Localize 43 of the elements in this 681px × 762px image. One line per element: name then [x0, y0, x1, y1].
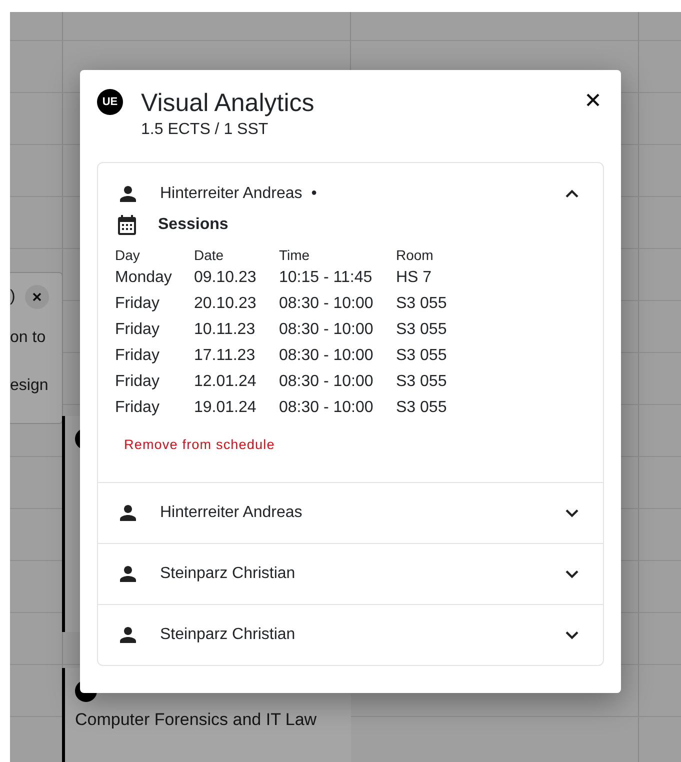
dialog-title: Visual Analytics	[141, 88, 316, 118]
card-text: esign	[10, 377, 48, 395]
card-text: on to	[10, 329, 46, 347]
table-cell-text: 12.01.24	[194, 372, 258, 392]
credits-text: 1.5 ECTS / 1 SST	[141, 121, 270, 139]
table-cell-text: 08:30 - 10:00	[279, 320, 374, 340]
table-cell-text: 08:30 - 10:00	[279, 346, 374, 366]
table-cell-text: Friday	[115, 372, 160, 392]
close-button[interactable]	[25, 285, 50, 309]
lecturer-header[interactable]: Hinterreiter Andreas	[98, 483, 603, 543]
sessions-heading: Sessions	[158, 216, 228, 234]
course-title: Computer Forensics and IT Law	[75, 710, 318, 730]
table-cell-text: 10.11.23	[194, 320, 256, 340]
column-header: Room	[396, 247, 434, 265]
table-cell-text: 09.10.23	[194, 268, 258, 288]
table-cell-text: 17.11.23	[194, 346, 256, 366]
table-cell-text: Friday	[115, 346, 160, 366]
column-header: Time	[279, 247, 311, 265]
table-cell-text: S3 055	[396, 320, 447, 340]
table-cell-text: S3 055	[396, 398, 447, 418]
lecturer-header[interactable]: Steinparz Christian	[98, 544, 603, 604]
table-cell-text: S3 055	[396, 294, 447, 314]
table-cell-text: 08:30 - 10:00	[279, 294, 374, 314]
column-header: Day	[115, 247, 141, 265]
lecturer-header[interactable]: Steinparz Christian	[98, 605, 603, 665]
table-cell-text: Friday	[115, 398, 160, 418]
card-text: )	[10, 288, 16, 306]
column-header: Date	[194, 247, 279, 265]
table-cell-text: 08:30 - 10:00	[279, 398, 374, 418]
table-cell-text: 08:30 - 10:00	[279, 372, 374, 392]
table-cell-text: S3 055	[396, 372, 447, 392]
table-cell-text: 20.10.23	[194, 294, 258, 314]
table-cell-text: S3 055	[396, 346, 447, 366]
table-cell-text: HS 7	[396, 268, 433, 288]
remove-button[interactable]: Remove from schedule	[123, 433, 276, 456]
table-cell-text: 10:15 - 11:45	[279, 268, 374, 288]
table-cell-text: Monday	[115, 268, 173, 288]
calendar-icon	[115, 213, 139, 237]
table-cell-text: 19.01.24	[194, 398, 258, 418]
table-cell-text: Friday	[115, 320, 160, 340]
table-cell-text: Friday	[115, 294, 160, 314]
course-type-badge: UE	[97, 89, 123, 115]
course-card[interactable]: ) on to esign	[10, 272, 63, 424]
